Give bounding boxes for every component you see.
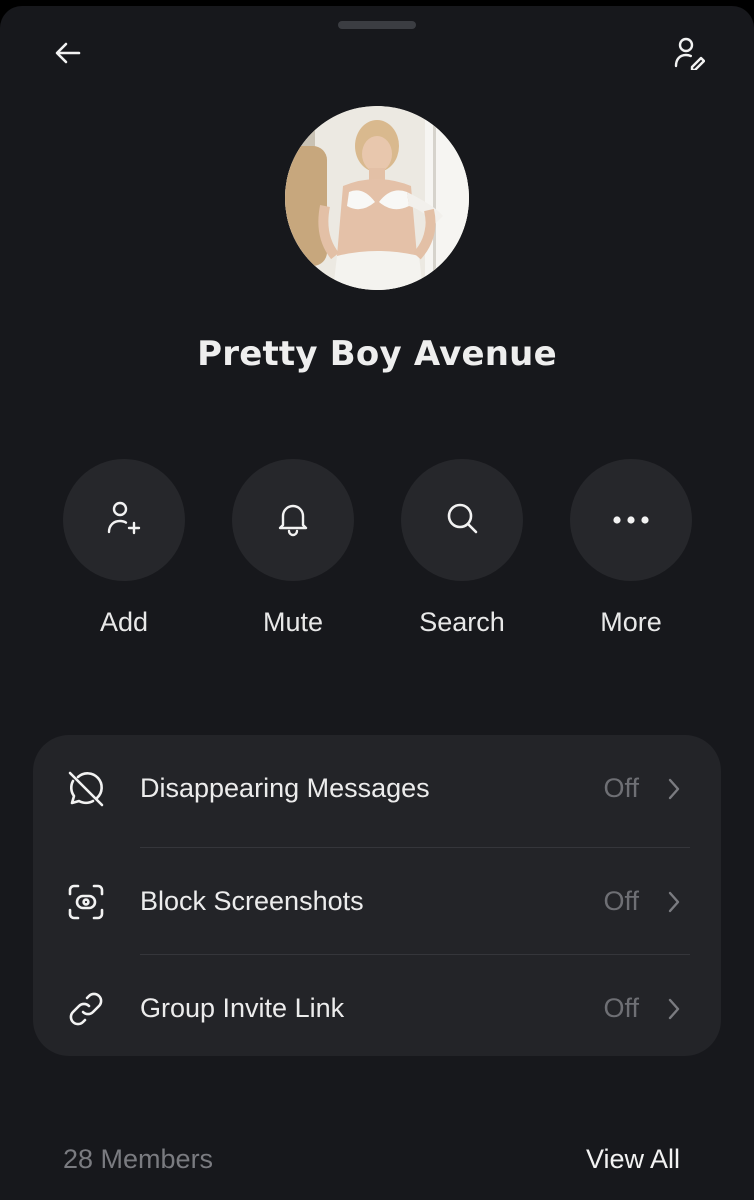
group-invite-link-value: Off bbox=[603, 993, 639, 1023]
group-invite-link-label: Group Invite Link bbox=[140, 993, 345, 1023]
search-button[interactable] bbox=[401, 459, 523, 581]
block-screenshots-label: Block Screenshots bbox=[140, 886, 364, 916]
back-button[interactable] bbox=[46, 33, 90, 77]
add-member-button[interactable] bbox=[63, 459, 185, 581]
search-action[interactable]: Search bbox=[400, 459, 524, 638]
block-screenshots-row[interactable]: Block Screenshots Off bbox=[33, 848, 721, 955]
disappearing-messages-value: Off bbox=[603, 773, 639, 803]
edit-group-button[interactable] bbox=[666, 33, 710, 77]
add-member-action[interactable]: Add bbox=[62, 459, 186, 638]
members-count: 28 Members bbox=[63, 1144, 214, 1174]
search-label: Search bbox=[419, 607, 505, 637]
chevron-right-icon bbox=[663, 994, 685, 1024]
search-icon bbox=[442, 498, 482, 542]
block-screenshots-value: Off bbox=[603, 886, 639, 916]
group-settings-card: Disappearing Messages Off Block Screensh… bbox=[33, 735, 721, 1056]
group-avatar[interactable] bbox=[285, 106, 469, 290]
disappearing-messages-label: Disappearing Messages bbox=[140, 773, 430, 803]
person-edit-icon bbox=[671, 36, 706, 74]
arrow-left-icon bbox=[52, 37, 84, 73]
more-action[interactable]: More bbox=[569, 459, 693, 638]
bell-icon bbox=[274, 499, 312, 541]
more-horizontal-icon bbox=[611, 511, 651, 530]
more-label: More bbox=[600, 607, 662, 637]
mute-label: Mute bbox=[262, 607, 324, 637]
group-info-sheet: Pretty Boy Avenue Add Mute Search More D… bbox=[0, 6, 754, 1200]
group-name: Pretty Boy Avenue bbox=[197, 334, 557, 374]
avatar-photo bbox=[285, 106, 469, 290]
link-icon bbox=[63, 986, 109, 1032]
disappearing-messages-row[interactable]: Disappearing Messages Off bbox=[33, 735, 721, 842]
sheet-grabber[interactable] bbox=[338, 21, 416, 29]
disappearing-messages-off-icon bbox=[63, 766, 109, 812]
group-invite-link-row[interactable]: Group Invite Link Off bbox=[33, 955, 721, 1062]
add-label: Add bbox=[99, 607, 149, 637]
more-button[interactable] bbox=[570, 459, 692, 581]
chevron-right-icon bbox=[663, 774, 685, 804]
view-all-members-link[interactable]: View All bbox=[586, 1144, 680, 1175]
mute-action[interactable]: Mute bbox=[231, 459, 355, 638]
chevron-right-icon bbox=[663, 887, 685, 917]
person-add-icon bbox=[105, 499, 143, 541]
mute-button[interactable] bbox=[232, 459, 354, 581]
screenshot-block-icon bbox=[63, 879, 109, 925]
